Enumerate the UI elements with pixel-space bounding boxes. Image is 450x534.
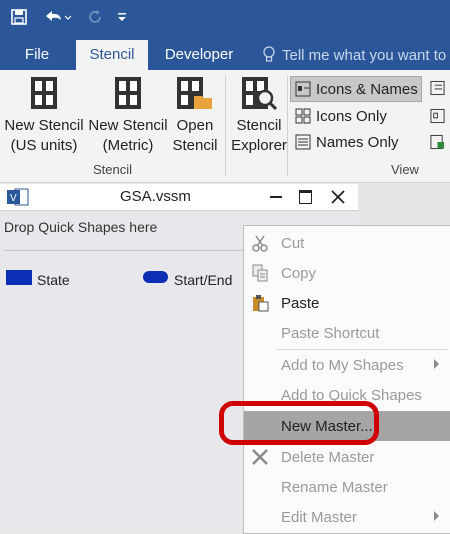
- tab-file[interactable]: File: [12, 40, 62, 70]
- open-stencil-sublabel: Stencil: [172, 137, 218, 154]
- paste-icon: [253, 295, 269, 312]
- copy-icon: [252, 264, 268, 282]
- undo-icon[interactable]: [40, 6, 74, 28]
- new-stencil-metric-sublabel: (Metric): [102, 137, 154, 154]
- view-names-only[interactable]: Names Only: [291, 130, 421, 154]
- context-menu: Cut Copy Paste Paste Shortcut Add to My …: [243, 225, 450, 534]
- menu-item-rename-master[interactable]: Rename Master: [244, 472, 450, 502]
- stencil-explorer-label: Stencil: [236, 117, 282, 134]
- open-stencil-icon: [177, 77, 212, 109]
- stencil-explorer-sublabel: Explorer: [231, 137, 287, 154]
- menu-item-paste-shortcut[interactable]: Paste Shortcut: [244, 318, 450, 348]
- view-more-option[interactable]: [426, 76, 450, 100]
- svg-text:V: V: [10, 193, 17, 204]
- customize-qat-icon[interactable]: [114, 6, 130, 28]
- ribbon: New Stencil (US units) New Stencil (Metr…: [0, 70, 450, 183]
- new-stencil-us-sublabel: (US units): [10, 137, 78, 154]
- maximize-icon[interactable]: [299, 190, 312, 204]
- view-icons-only-label: Icons Only: [316, 107, 387, 125]
- start-end-shape-icon[interactable]: [143, 271, 168, 283]
- view-icons-and-names-label: Icons & Names: [316, 80, 418, 98]
- view-names-only-label: Names Only: [316, 133, 399, 151]
- menu-item-paste[interactable]: Paste: [244, 288, 450, 318]
- view-icons-and-names[interactable]: Icons & Names: [290, 76, 422, 102]
- new-stencil-us-label: New Stencil: [4, 117, 84, 134]
- open-stencil-label: Open: [176, 117, 214, 134]
- submenu-arrow-icon: [434, 511, 439, 521]
- visio-stencil-icon: V: [7, 188, 29, 206]
- tell-me-box[interactable]: Tell me what you want to: [262, 40, 446, 70]
- tab-stencil[interactable]: Stencil: [76, 40, 148, 70]
- delete-x-icon: [252, 449, 268, 465]
- view-icons-only[interactable]: Icons Only: [291, 104, 421, 128]
- new-stencil-us-button[interactable]: New Stencil (US units): [4, 74, 84, 156]
- ribbon-tabs: File Stencil Developer Tell me what you …: [0, 40, 450, 70]
- stencil-explorer-button[interactable]: Stencil Explorer: [228, 74, 290, 156]
- save-icon[interactable]: [8, 6, 30, 28]
- stencil-explorer-icon: [242, 77, 277, 110]
- ribbon-divider: [225, 76, 226, 176]
- group-label-view: View: [391, 162, 419, 177]
- shape-label-state[interactable]: State: [37, 272, 70, 288]
- title-bar: [0, 0, 450, 40]
- icons-names-icon: [295, 81, 311, 97]
- icons-only-icon: [295, 108, 311, 124]
- highlight-annotation: [219, 401, 379, 445]
- menu-item-edit-master[interactable]: Edit Master: [244, 502, 450, 532]
- view-more-option[interactable]: [426, 130, 450, 154]
- stencil-grid-icon: [31, 77, 57, 109]
- view-more-option[interactable]: [426, 104, 450, 128]
- new-stencil-metric-button[interactable]: New Stencil (Metric): [86, 74, 170, 156]
- stencil-title-bar: V GSA.vssm: [0, 184, 358, 211]
- page-green-icon: [430, 134, 445, 150]
- quick-shapes-drop-zone[interactable]: Drop Quick Shapes here: [4, 219, 157, 235]
- scissors-icon: [252, 235, 268, 252]
- menu-item-add-to-my-shapes[interactable]: Add to My Shapes: [244, 350, 450, 380]
- close-icon[interactable]: [331, 190, 345, 204]
- menu-item-copy[interactable]: Copy: [244, 258, 450, 288]
- submenu-arrow-icon: [434, 359, 439, 369]
- redo-icon[interactable]: [84, 6, 106, 28]
- names-only-icon: [295, 134, 311, 150]
- list-icon: [430, 80, 445, 96]
- detail-icon: [430, 108, 445, 124]
- tab-developer[interactable]: Developer: [160, 40, 238, 70]
- tell-me-text: Tell me what you want to: [282, 46, 447, 64]
- menu-item-delete-master[interactable]: Delete Master: [244, 442, 450, 472]
- open-stencil-button[interactable]: Open Stencil: [172, 74, 218, 156]
- lightbulb-icon: [263, 46, 275, 62]
- group-label-stencil: Stencil: [93, 162, 133, 177]
- shape-label-start-end[interactable]: Start/End: [174, 272, 232, 288]
- new-stencil-metric-label: New Stencil: [88, 117, 168, 134]
- ribbon-divider: [287, 76, 288, 176]
- stencil-title: GSA.vssm: [120, 188, 191, 205]
- quick-shapes-divider: [4, 250, 244, 251]
- state-shape-icon[interactable]: [6, 270, 32, 285]
- stencil-grid-icon: [115, 77, 141, 109]
- menu-item-cut[interactable]: Cut: [244, 228, 450, 258]
- minimize-icon[interactable]: [270, 196, 282, 198]
